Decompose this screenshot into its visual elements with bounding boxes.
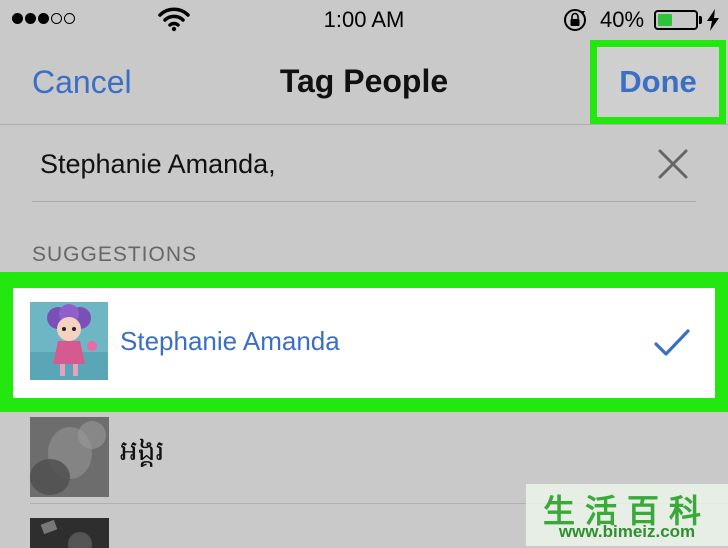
contact-name: Stephanie Amanda xyxy=(120,326,340,356)
battery-tip xyxy=(699,16,702,24)
suggestions-header: SUGGESTIONS xyxy=(32,243,198,266)
tag-search-input[interactable]: Stephanie Amanda, xyxy=(40,149,276,180)
avatar xyxy=(30,417,109,497)
rotation-lock-icon xyxy=(564,9,586,31)
done-button[interactable]: Done xyxy=(597,47,719,117)
clear-icon[interactable] xyxy=(656,147,690,181)
battery-icon xyxy=(654,10,698,30)
watermark-url: www.bimeiz.com xyxy=(558,522,696,541)
watermark: 生活百科 www.bimeiz.com xyxy=(526,484,728,546)
battery-percent: 40% xyxy=(600,7,645,32)
status-bar: 1:00 AM 40% xyxy=(0,0,728,40)
search-underline xyxy=(32,201,696,202)
tag-search-area: Stephanie Amanda, xyxy=(0,125,728,235)
avatar xyxy=(30,518,109,548)
avatar xyxy=(30,302,108,380)
navigation-bar: Cancel Tag People Done xyxy=(0,40,728,125)
battery-level-fill xyxy=(658,14,672,26)
charging-bolt-icon xyxy=(707,9,719,31)
contact-name: អង្គរ xyxy=(120,435,165,466)
checkmark-icon xyxy=(654,329,690,356)
done-highlight: Done xyxy=(590,40,726,124)
suggestion-row-selected[interactable]: Stephanie Amanda xyxy=(13,288,715,398)
